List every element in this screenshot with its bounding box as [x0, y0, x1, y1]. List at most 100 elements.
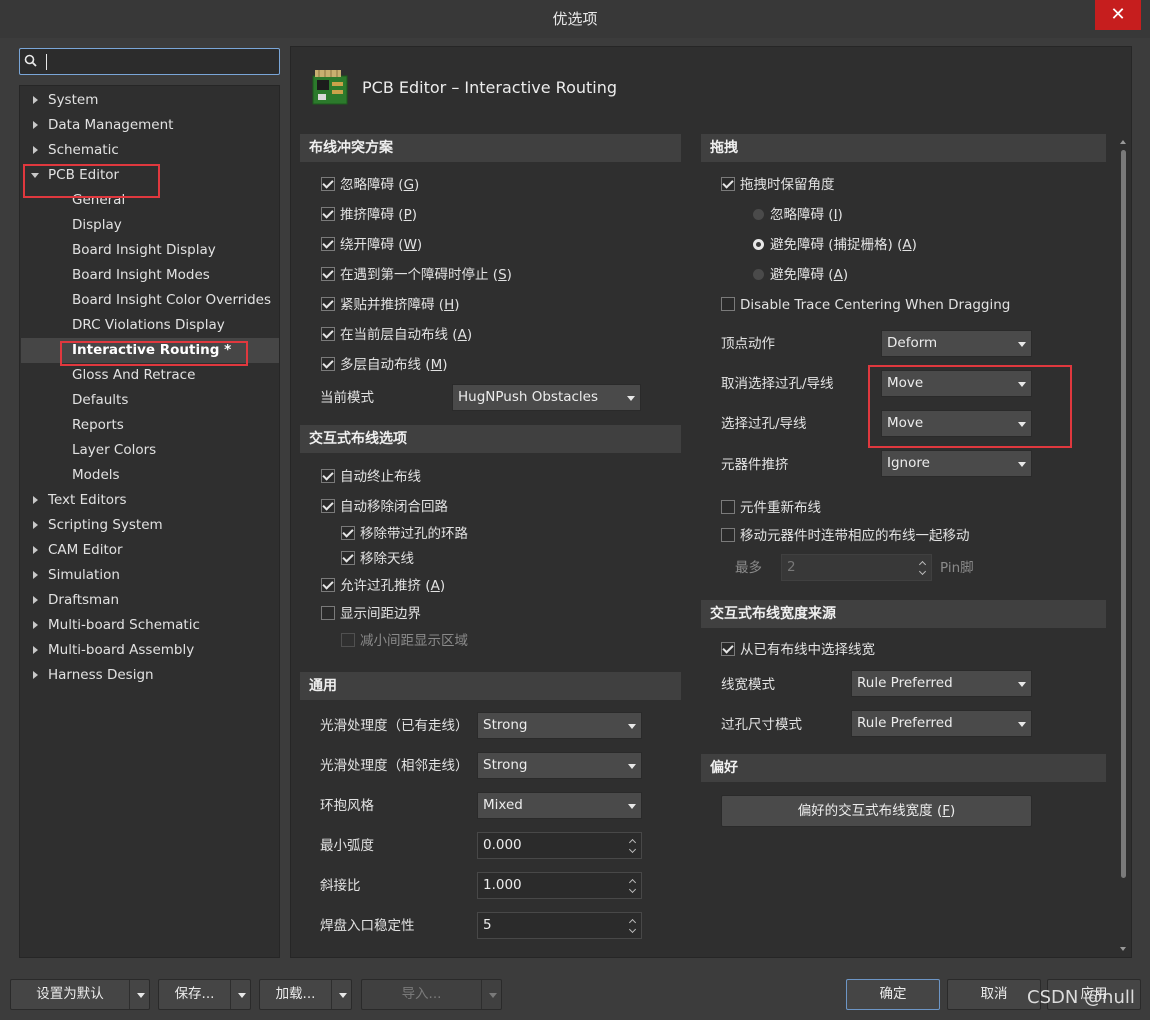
component-push-label: 元器件推挤 [721, 457, 789, 473]
tree-item[interactable]: Board Insight Display [72, 238, 216, 263]
shortcut-key: H [444, 297, 455, 313]
scroll-up-icon[interactable] [1120, 140, 1126, 144]
tree-item[interactable]: Board Insight Color Overrides [72, 288, 271, 313]
conflict-option-checkbox[interactable]: 在当前层自动布线 (A) [321, 325, 472, 345]
chevron-right-icon[interactable] [33, 496, 38, 504]
chevron-right-icon[interactable] [33, 96, 38, 104]
chevron-down-icon[interactable] [230, 980, 252, 1009]
tree-item[interactable]: Data Management [48, 113, 173, 138]
move-with-component-checkbox[interactable]: 移动元器件时连带相应的布线一起移动 [721, 526, 970, 546]
chevron-right-icon[interactable] [33, 646, 38, 654]
general-row-dropdown[interactable]: Strong [477, 752, 642, 779]
radio-paren-close: ) [842, 267, 849, 283]
tree-item[interactable]: Defaults [72, 388, 128, 413]
allow-via-push-checkbox[interactable]: 允许过孔推挤 (A) [321, 576, 445, 596]
tree-item-label: Display [72, 217, 122, 233]
width-mode-dropdown[interactable]: Rule Preferred [851, 670, 1032, 697]
component-reroute-checkbox[interactable]: 元件重新布线 [721, 498, 821, 518]
save-button[interactable]: 保存... [158, 979, 251, 1010]
tree-item[interactable]: Layer Colors [72, 438, 156, 463]
preferences-tree[interactable]: System Data Management Schematic PCB Editor… [19, 85, 280, 958]
tree-item[interactable]: Simulation [48, 563, 120, 588]
remove-antenna-checkbox[interactable]: 移除天线 [341, 549, 414, 569]
remove-via-loops-checkbox[interactable]: 移除带过孔的环路 [341, 524, 468, 544]
chevron-right-icon[interactable] [33, 571, 38, 579]
chevron-down-icon[interactable] [331, 980, 353, 1009]
preferred-widths-button[interactable]: 偏好的交互式布线宽度 (F) [721, 795, 1032, 827]
chevron-right-icon[interactable] [33, 521, 38, 529]
conflict-option-checkbox[interactable]: 在遇到第一个障碍时停止 (S) [321, 265, 512, 285]
chevron-down-icon[interactable] [481, 980, 503, 1009]
auto-terminate-checkbox[interactable]: 自动终止布线 [321, 467, 421, 487]
conflict-option-checkbox[interactable]: 忽略障碍 (G) [321, 175, 419, 195]
import-button[interactable]: 导入... [361, 979, 502, 1010]
pick-from-existing-label: 从已有布线中选择线宽 [740, 642, 875, 658]
general-row-label: 光滑处理度（已有走线） [320, 718, 469, 734]
conflict-option-label: 多层自动布线 [340, 357, 421, 373]
general-row-label: 斜接比 [320, 878, 361, 894]
checkbox-box [341, 633, 355, 647]
show-clearance-checkbox[interactable]: 显示间距边界 [321, 604, 421, 624]
chevron-right-icon[interactable] [33, 621, 38, 629]
reduce-clearance-checkbox[interactable]: 减小间距显示区域 [341, 631, 468, 651]
tree-item[interactable]: Board Insight Modes [72, 263, 210, 288]
conflict-option-checkbox[interactable]: 推挤障碍 (P) [321, 205, 417, 225]
component-push-dropdown[interactable]: Ignore [881, 450, 1032, 477]
conflict-option-checkbox[interactable]: 多层自动布线 (M) [321, 355, 448, 375]
pick-from-existing-checkbox[interactable]: 从已有布线中选择线宽 [721, 640, 875, 660]
scrollbar-thumb[interactable] [1121, 150, 1126, 878]
tree-item[interactable]: Multi-board Schematic [48, 613, 200, 638]
tree-item[interactable]: System [48, 88, 98, 113]
general-row-stepper[interactable]: 0.000 [477, 832, 642, 859]
tree-item[interactable]: Multi-board Assembly [48, 638, 194, 663]
auto-remove-loops-checkbox[interactable]: 自动移除闭合回路 [321, 497, 448, 517]
chevron-right-icon[interactable] [33, 546, 38, 554]
shortcut-key: A [902, 237, 912, 253]
mode-dropdown[interactable]: HugNPush Obstacles [452, 384, 641, 411]
scroll-down-icon[interactable] [1120, 947, 1126, 951]
chevron-right-icon[interactable] [33, 121, 38, 129]
tree-item[interactable]: Draftsman [48, 588, 119, 613]
conflict-option-checkbox[interactable]: 紧贴并推挤障碍 (H) [321, 295, 460, 315]
chevron-right-icon[interactable] [33, 596, 38, 604]
vertex-action-dropdown[interactable]: Deform [881, 330, 1032, 357]
tree-item[interactable]: DRC Violations Display [72, 313, 225, 338]
tree-item[interactable]: CAM Editor [48, 538, 123, 563]
max-pins-stepper[interactable]: 2 [781, 554, 932, 581]
chevron-down-icon[interactable] [129, 980, 151, 1009]
chevron-right-icon[interactable] [33, 146, 38, 154]
drag-radio-option[interactable]: 避免障碍 (A) [753, 265, 848, 285]
keep-angle-checkbox[interactable]: 拖拽时保留角度 [721, 175, 835, 195]
tree-item[interactable]: Display [72, 213, 122, 238]
tree-item[interactable]: Schematic [48, 138, 119, 163]
close-button[interactable]: ✕ [1095, 0, 1141, 30]
general-row-stepper[interactable]: 5 [477, 912, 642, 939]
drag-radio-option[interactable]: 忽略障碍 (I) [753, 205, 843, 225]
tree-item-label: Layer Colors [72, 442, 157, 458]
search-input[interactable] [19, 48, 280, 75]
chevron-right-icon[interactable] [33, 671, 38, 679]
tree-item-label: Schematic [48, 142, 119, 158]
save-label: 保存... [174, 986, 215, 1002]
tree-item[interactable]: Scripting System [48, 513, 163, 538]
tree-item[interactable]: Text Editors [48, 488, 127, 513]
ok-button[interactable]: 确定 [846, 979, 940, 1010]
via-size-mode-dropdown[interactable]: Rule Preferred [851, 710, 1032, 737]
set-default-button[interactable]: 设置为默认 [10, 979, 150, 1010]
checkbox-box [721, 642, 735, 656]
tree-item[interactable]: Gloss And Retrace [72, 363, 195, 388]
disable-centering-checkbox[interactable]: Disable Trace Centering When Dragging [721, 295, 1010, 315]
load-button[interactable]: 加载... [259, 979, 352, 1010]
section-header-interactive: 交互式布线选项 [300, 425, 681, 453]
tree-item[interactable]: Reports [72, 413, 124, 438]
checkbox-box [721, 528, 735, 542]
tree-item[interactable]: Models [72, 463, 120, 488]
tree-item[interactable]: Harness Design [48, 663, 154, 688]
shortcut-key: S [498, 267, 507, 283]
general-row-dropdown[interactable]: Mixed [477, 792, 642, 819]
conflict-option-checkbox[interactable]: 绕开障碍 (W) [321, 235, 422, 255]
general-row-stepper[interactable]: 1.000 [477, 872, 642, 899]
general-row-dropdown[interactable]: Strong [477, 712, 642, 739]
drag-radio-option[interactable]: 避免障碍 (捕捉栅格) (A) [753, 235, 917, 255]
checkbox-box [341, 526, 355, 540]
